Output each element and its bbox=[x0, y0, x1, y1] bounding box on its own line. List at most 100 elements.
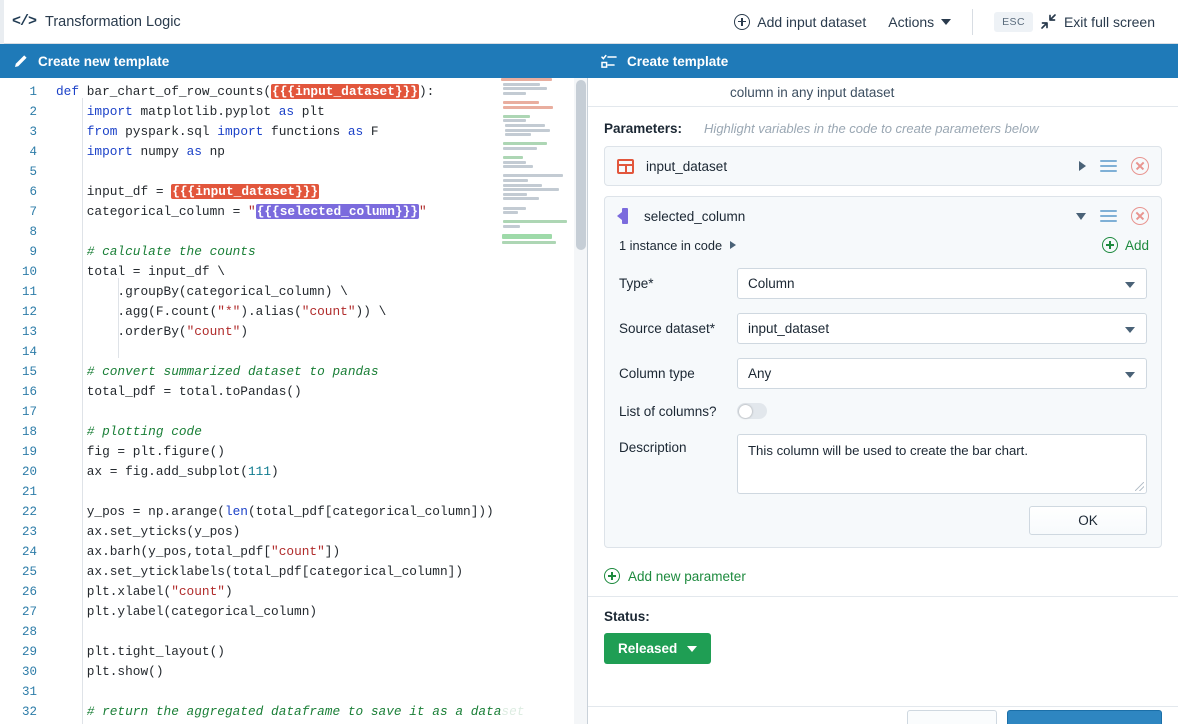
parameter-header[interactable]: input_dataset bbox=[605, 147, 1161, 185]
minimap-line bbox=[505, 133, 532, 137]
code-minimap[interactable] bbox=[501, 78, 573, 724]
minimap-line bbox=[502, 240, 556, 244]
parameters-label: Parameters: bbox=[604, 121, 683, 136]
line-number: 21 bbox=[21, 485, 37, 499]
field-list-of-columns: List of columns? bbox=[605, 396, 1161, 426]
add-input-dataset-label: Add input dataset bbox=[757, 13, 867, 30]
plus-circle-icon bbox=[604, 568, 620, 584]
actions-menu-button[interactable]: Actions bbox=[877, 8, 962, 36]
status-dropdown-button[interactable]: Released bbox=[604, 633, 712, 664]
field-type: Type* Column bbox=[605, 261, 1161, 306]
remove-circle-icon[interactable] bbox=[1131, 207, 1149, 225]
parameter-name-input-dataset: input_dataset bbox=[646, 158, 728, 174]
minimap-line bbox=[503, 188, 559, 192]
list-of-columns-label: List of columns? bbox=[619, 403, 717, 419]
line-number: 11 bbox=[21, 285, 37, 299]
code-editor-pane[interactable]: 1 2 3 4 5 6 7 8 9 10 11 12 13 14 15 16 17 18 19 20 21 22 23 24 2… bbox=[0, 78, 588, 724]
line-number: 5 bbox=[29, 165, 37, 179]
editor-scrollbar[interactable] bbox=[574, 78, 587, 724]
type-label: Type* bbox=[619, 276, 654, 291]
source-dataset-value: input_dataset bbox=[748, 321, 830, 336]
add-instance-button[interactable]: Add bbox=[1101, 237, 1149, 253]
add-label: Add bbox=[1124, 237, 1149, 253]
description-label: Description bbox=[619, 440, 687, 455]
line-number: 18 bbox=[21, 425, 37, 439]
ok-row: OK bbox=[605, 498, 1161, 547]
line-number: 23 bbox=[21, 525, 37, 539]
add-new-parameter-label: Add new parameter bbox=[628, 568, 746, 584]
hamburger-icon[interactable] bbox=[1100, 159, 1117, 173]
remove-circle-icon[interactable] bbox=[1131, 157, 1149, 175]
column-icon bbox=[617, 208, 632, 224]
exit-full-screen-button[interactable]: ESC Exit full screen bbox=[983, 6, 1166, 38]
minimap-line bbox=[505, 128, 551, 132]
line-number-gutter: 1 2 3 4 5 6 7 8 9 10 11 12 13 14 15 16 17 18 19 20 21 22 23 24 2… bbox=[0, 78, 46, 724]
line-number: 13 bbox=[21, 325, 37, 339]
minimap-line bbox=[503, 197, 539, 201]
description-overflow-text: column in any input dataset bbox=[588, 78, 1178, 107]
minimap-line bbox=[503, 225, 520, 228]
toggle-knob bbox=[738, 404, 752, 418]
ok-button[interactable]: OK bbox=[1029, 506, 1147, 535]
pencil-icon bbox=[15, 54, 27, 67]
minimap-line bbox=[503, 87, 548, 91]
add-new-parameter-button[interactable]: Add new parameter bbox=[588, 558, 1178, 596]
template-icon bbox=[601, 54, 617, 68]
code-brackets-icon: </> bbox=[12, 13, 37, 30]
parameter-header[interactable]: selected_column bbox=[605, 197, 1161, 235]
instances-count-label: 1 instance in code bbox=[619, 237, 723, 253]
resize-handle[interactable] bbox=[1135, 482, 1144, 491]
minimap-line bbox=[503, 100, 539, 104]
exit-full-screen-label: Exit full screen bbox=[1063, 13, 1155, 30]
esc-key-badge: ESC bbox=[994, 11, 1033, 32]
actions-label: Actions bbox=[888, 13, 935, 30]
minimap-line bbox=[503, 211, 518, 215]
minimap-line bbox=[503, 179, 529, 183]
minimap-line bbox=[503, 165, 534, 169]
column-type-label: Column type bbox=[619, 366, 695, 381]
minimap-line bbox=[503, 142, 548, 146]
toolbar-divider bbox=[972, 8, 974, 35]
minimap-line bbox=[501, 78, 553, 81]
minimap-line bbox=[503, 183, 542, 187]
line-number: 10 bbox=[21, 265, 37, 279]
line-number: 6 bbox=[29, 185, 37, 199]
triangle-right-icon[interactable] bbox=[730, 241, 737, 249]
right-pane-header: Create template bbox=[588, 44, 1178, 78]
primary-submit-button[interactable] bbox=[1007, 710, 1162, 724]
description-textarea[interactable]: This column will be used to create the b… bbox=[737, 434, 1147, 494]
line-number: 28 bbox=[21, 625, 37, 639]
window-edge bbox=[0, 0, 4, 44]
column-type-value: Any bbox=[748, 366, 772, 381]
line-number: 26 bbox=[21, 585, 37, 599]
add-input-dataset-button[interactable]: Add input dataset bbox=[723, 8, 877, 36]
list-of-columns-toggle[interactable] bbox=[737, 403, 767, 419]
line-number: 12 bbox=[21, 305, 37, 319]
minimap-line bbox=[503, 220, 568, 224]
instances-row: 1 instance in code Add bbox=[605, 235, 1161, 261]
field-description: Description This column will be used to … bbox=[605, 426, 1161, 498]
status-label: Status: bbox=[604, 609, 650, 624]
parameter-card-input-dataset[interactable]: input_dataset bbox=[604, 146, 1162, 186]
minimap-line bbox=[505, 123, 545, 127]
type-select[interactable]: Column bbox=[737, 268, 1147, 299]
parameter-card-selected-column[interactable]: selected_column 1 instance in code Add T… bbox=[604, 196, 1162, 548]
line-number: 22 bbox=[21, 505, 37, 519]
cancel-button[interactable] bbox=[907, 710, 997, 724]
line-number: 7 bbox=[29, 205, 37, 219]
description-value: This column will be used to create the b… bbox=[748, 443, 1029, 458]
column-type-select[interactable]: Any bbox=[737, 358, 1147, 389]
field-column-type: Column type Any bbox=[605, 351, 1161, 396]
right-pane-title: Create template bbox=[627, 53, 729, 69]
line-number: 19 bbox=[21, 445, 37, 459]
line-number: 27 bbox=[21, 605, 37, 619]
line-number: 29 bbox=[21, 645, 37, 659]
line-number: 24 bbox=[21, 545, 37, 559]
line-number: 3 bbox=[29, 125, 37, 139]
triangle-right-icon[interactable] bbox=[1079, 161, 1086, 171]
source-dataset-select[interactable]: input_dataset bbox=[737, 313, 1147, 344]
triangle-down-icon[interactable] bbox=[1076, 212, 1086, 220]
plus-circle-icon bbox=[734, 13, 751, 30]
hamburger-icon[interactable] bbox=[1100, 209, 1117, 223]
editor-scrollbar-thumb[interactable] bbox=[576, 80, 586, 250]
